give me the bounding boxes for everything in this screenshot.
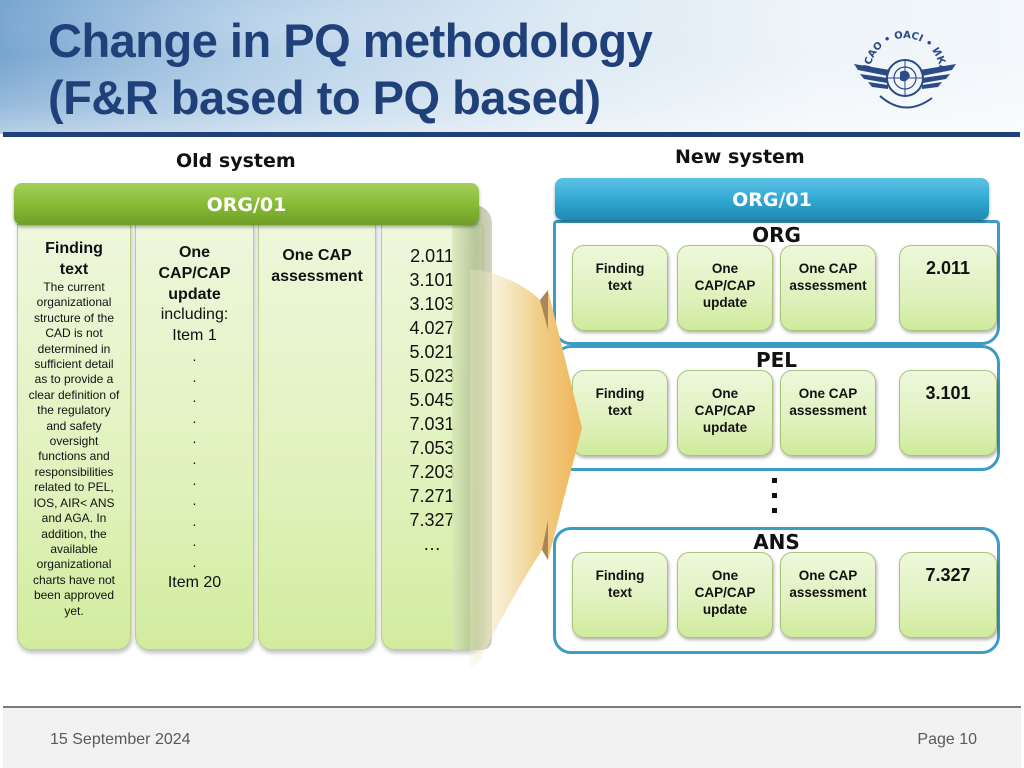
icao-emblem-icon: ICAO • OACI • ИКАО (850, 18, 956, 109)
slide-footer: 15 September 2024 Page 10 (3, 708, 1021, 768)
ellipsis-dot: . (192, 368, 197, 385)
group-title: PEL (755, 348, 798, 372)
group-ans: ANS Finding text One CAP/CAP update One CAP ass… (553, 527, 1000, 654)
new-system-banner: ORG/01 (555, 178, 989, 220)
group-title: ORG (752, 223, 801, 247)
cap-assessment-box-line: One CAP (798, 386, 858, 401)
ellipsis-dot: . (192, 348, 197, 364)
cap-update-box-line: update (702, 602, 748, 617)
cap-update-box-line: One (711, 386, 739, 401)
last-item: Item 20 (167, 573, 222, 591)
finding-text-line: clear definition of (28, 387, 120, 402)
logo-ring-text: ICAO • OACI • ИКАО (850, 18, 948, 73)
finding-text-line: IOS, AIR< ANS (33, 495, 115, 510)
finding-text-line: the regulatory (37, 403, 111, 418)
pq-code-box: 3.101 (899, 370, 997, 456)
pq-code-value: 7.327 (925, 565, 971, 585)
cap-assessment-box: One CAP assessment (780, 370, 876, 456)
pq-code-box: 7.327 (899, 552, 997, 638)
old-cap-assessment-column: One CAP assessment (258, 224, 376, 650)
ellipsis-dot: . (192, 533, 197, 550)
cap-update-box-line: CAP/CAP (694, 403, 756, 418)
cap-update-heading-2: CAP/CAP (158, 265, 231, 282)
pq-code-value: 3.101 (925, 383, 971, 403)
finding-text-line: charts have not (32, 572, 116, 587)
cap-update-box-line: CAP/CAP (694, 585, 756, 600)
cap-update-box-line: One (711, 568, 739, 583)
finding-heading-2: text (59, 261, 89, 278)
title-line-2: (F&R based to PQ based) (48, 71, 601, 124)
finding-text-line: oversight (49, 434, 99, 449)
cap-update-heading-1: One (178, 244, 211, 261)
group-pel: PEL Finding text One CAP/CAP update One CAP ass… (553, 345, 1000, 471)
title-divider (3, 132, 1020, 137)
cap-assessment-box-line: assessment (789, 585, 867, 600)
cap-update-box: One CAP/CAP update (677, 552, 773, 638)
ellipsis-dot: . (192, 553, 197, 570)
ellipsis-dot: . (192, 389, 197, 406)
finding-text-line: functions and (38, 449, 110, 464)
cap-update-box: One CAP/CAP update (677, 245, 773, 331)
group-org: ORG Finding text One CAP/CAP update One CAP ass… (553, 220, 1000, 345)
finding-text-line: related to PEL, (34, 480, 114, 495)
finding-text-line: The current (43, 280, 105, 294)
title-line-1: Change in PQ methodology (48, 14, 653, 67)
finding-text-line: yet. (64, 603, 84, 618)
cap-update-box-line: update (702, 420, 748, 435)
finding-text-line: as to provide a (34, 372, 114, 387)
cap-update-box-line: One (711, 261, 739, 276)
old-system-label: Old system (176, 150, 296, 172)
ellipsis-dot: . (192, 450, 197, 467)
vertical-ellipsis-icon (772, 478, 778, 523)
ellipsis-dot: . (192, 430, 197, 447)
slide-title: Change in PQ methodology (F&R based to P… (48, 12, 653, 126)
finding-heading-1: Finding (45, 240, 103, 257)
item-ellipsis-dots: ........... (136, 346, 253, 573)
finding-text-line: organizational (36, 557, 112, 572)
svg-text:ICAO • OACI • ИКАО: ICAO • OACI • ИКАО (850, 18, 948, 73)
cap-assessment-box-line: assessment (789, 278, 867, 293)
old-cap-update-column: One CAP/CAP update including: Item 1 ...… (135, 224, 254, 650)
new-system-label: New system (675, 146, 805, 168)
finding-text-line: structure of the (33, 310, 115, 325)
cap-assessment-box-line: assessment (789, 403, 867, 418)
finding-text-line: CAD is not (45, 326, 103, 341)
finding-text: The current organizational structure of th… (18, 280, 130, 619)
group-title: ANS (753, 530, 800, 554)
cap-update-box-line: CAP/CAP (694, 278, 756, 293)
pq-code-value: 2.011 (925, 258, 971, 278)
ellipsis-dot: . (192, 492, 197, 509)
cap-assessment-heading-2: assessment (271, 268, 363, 285)
finding-text-line: been approved (33, 588, 115, 603)
old-system-banner: ORG/01 (14, 183, 479, 225)
old-finding-column: Finding text The current organizational st… (17, 224, 131, 650)
ellipsis-dot: . (192, 409, 197, 426)
ellipsis-dot: . (192, 471, 197, 488)
finding-text-line: responsibilities (34, 464, 114, 479)
cap-assessment-box: One CAP assessment (780, 552, 876, 638)
finding-text-line: available (50, 541, 98, 556)
cap-assessment-box-line: One CAP (798, 568, 858, 583)
cap-update-box: One CAP/CAP update (677, 370, 773, 456)
footer-page-number: Page 10 (917, 731, 977, 748)
cap-update-heading-3: update (168, 286, 221, 303)
including-label: including: (160, 306, 229, 323)
finding-text-line: sufficient detail (34, 357, 114, 372)
cap-update-box-line: update (702, 295, 748, 310)
finding-text-line: organizational (36, 295, 112, 310)
ellipsis-dot: . (192, 512, 197, 529)
finding-text-line: determined in (37, 341, 111, 356)
finding-text-line: and AGA. In (41, 511, 107, 526)
finding-text-line: and safety (46, 418, 102, 433)
finding-text-line: addition, the (41, 526, 107, 541)
cap-assessment-box-line: One CAP (798, 261, 858, 276)
cap-assessment-box: One CAP assessment (780, 245, 876, 331)
cap-assessment-heading-1: One CAP (282, 247, 352, 264)
transition-arrow-icon (470, 270, 582, 670)
first-item: Item 1 (172, 326, 217, 344)
footer-date: 15 September 2024 (50, 731, 191, 748)
pq-code-box: 2.011 (899, 245, 997, 331)
old-system-table: Finding text The current organizational st… (17, 200, 485, 650)
